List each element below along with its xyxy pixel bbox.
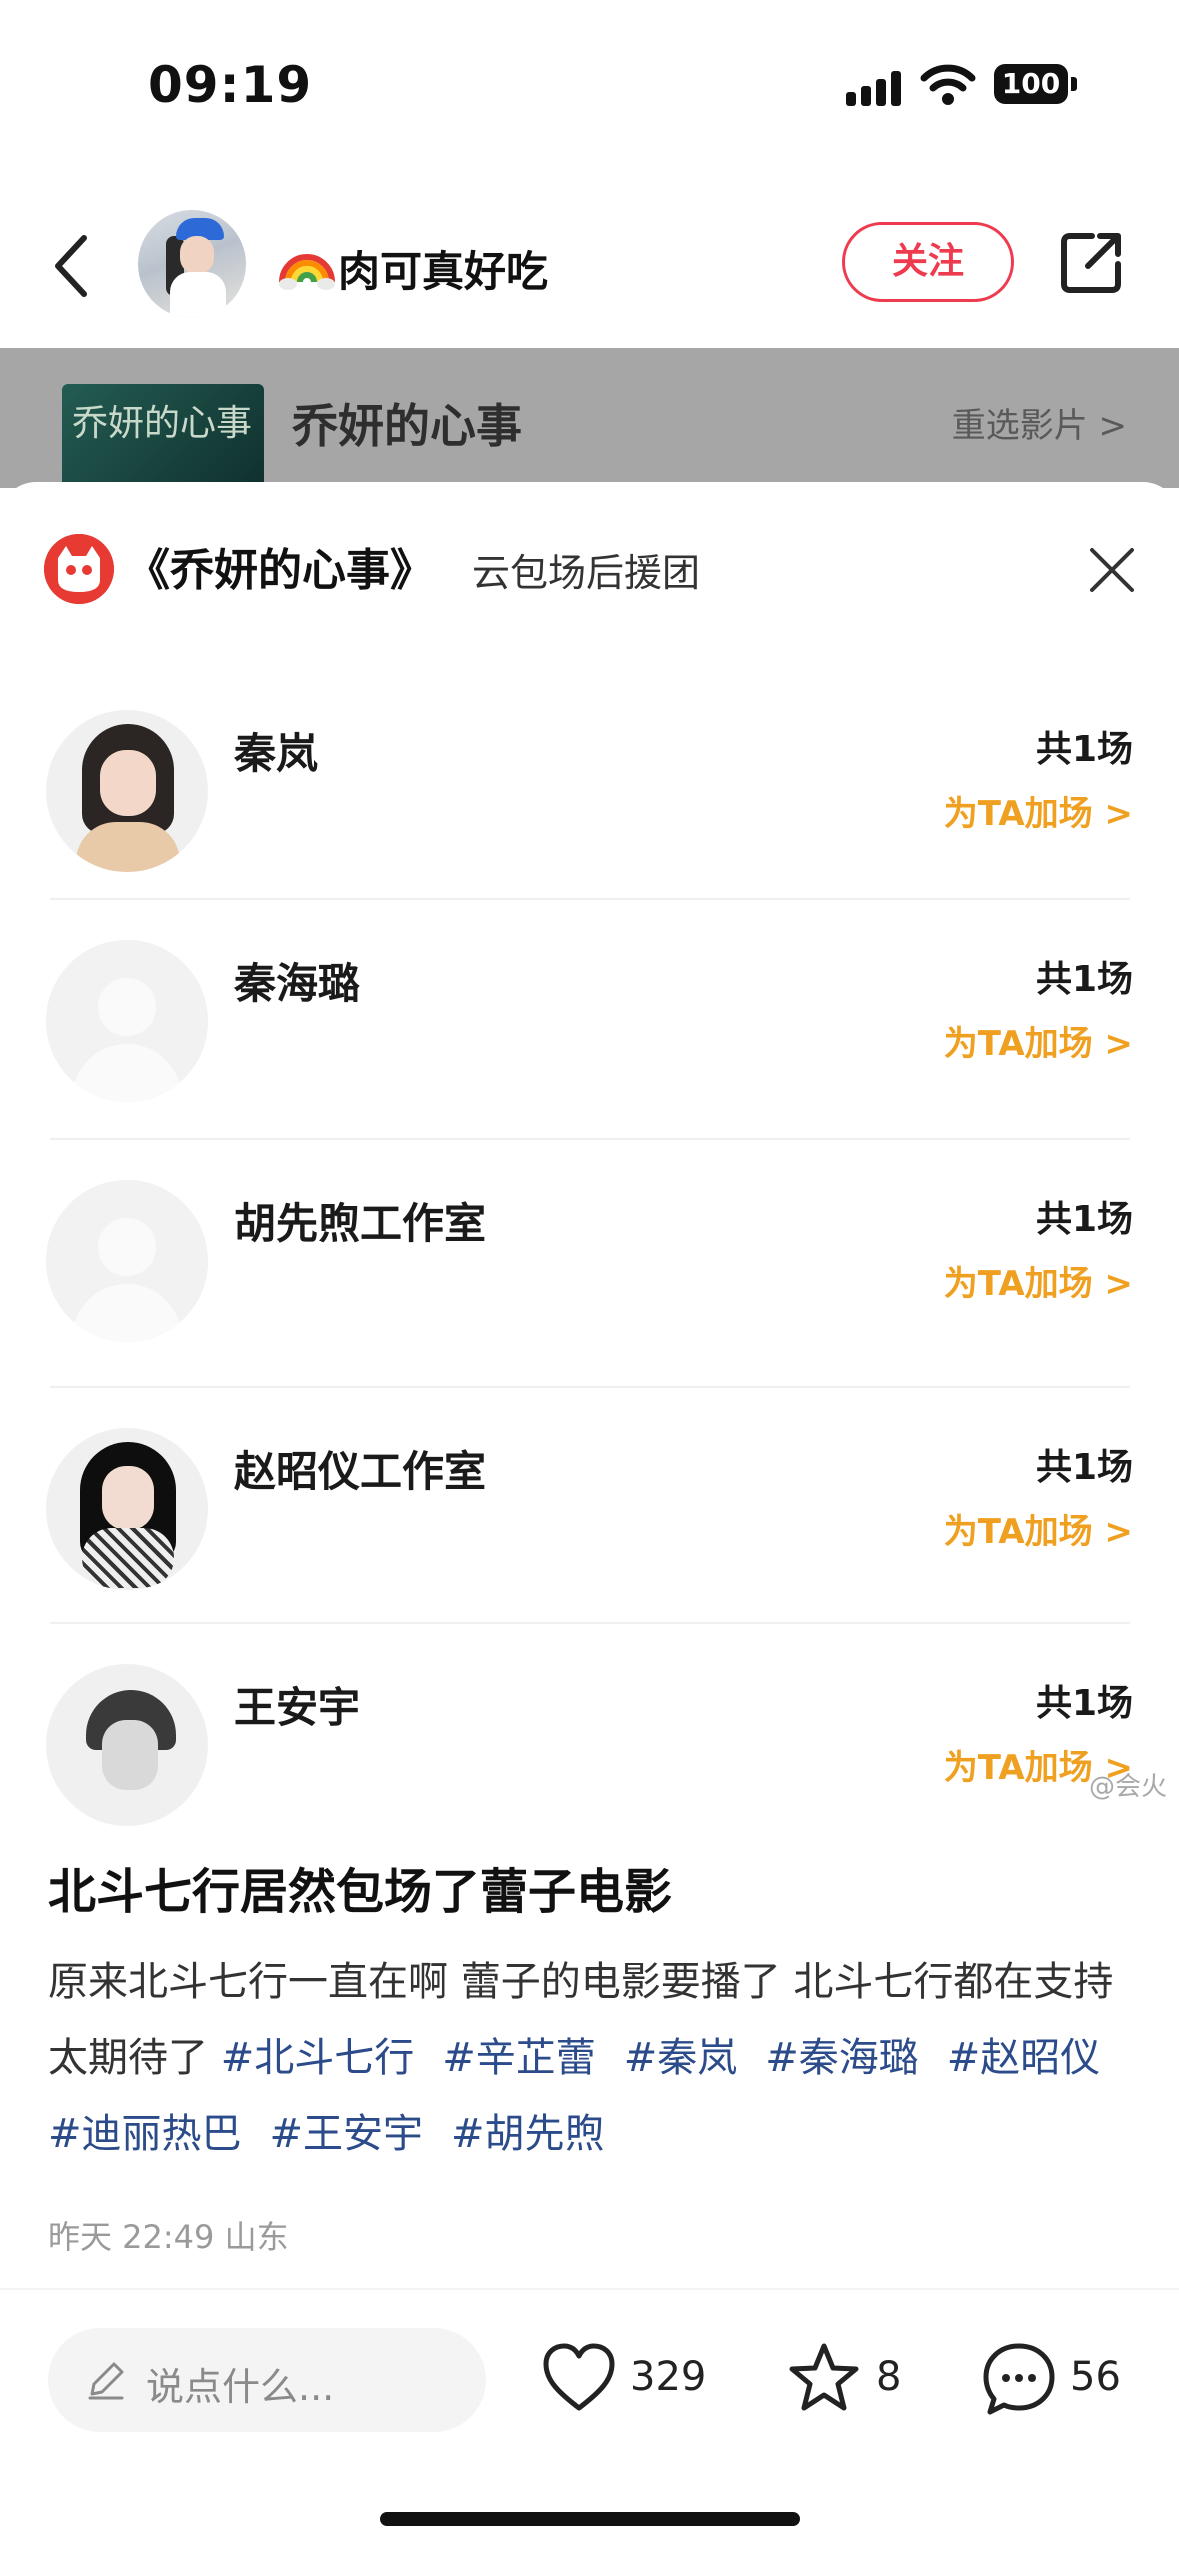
author-nickname[interactable]: 肉可真好吃	[338, 238, 548, 299]
row-divider	[50, 898, 1130, 900]
comment-count: 56	[1070, 2354, 1121, 2400]
follow-button[interactable]: 关注	[842, 222, 1014, 302]
add-screening-link[interactable]: 为TA加场 >	[944, 1504, 1133, 1553]
screening-count: 共1场	[1035, 1683, 1133, 1724]
supporter-avatar	[46, 710, 208, 872]
home-indicator[interactable]	[380, 2512, 800, 2526]
supporter-row[interactable]: 秦岚 共1场 为TA加场 >	[0, 668, 1179, 898]
add-screening-link[interactable]: 为TA加场 >	[944, 786, 1133, 835]
panel-header: 《乔妍的心事》 云包场后援团	[0, 482, 1179, 652]
supporter-name: 秦海璐	[234, 959, 361, 1008]
post-header: 肉可真好吃 关注	[0, 190, 1179, 340]
status-bar: 09:19 100	[0, 0, 1179, 170]
cellular-signal-icon	[846, 70, 906, 106]
battery-level: 100	[994, 64, 1068, 104]
post-meta: 昨天 22:49 山东	[48, 2218, 289, 2256]
wifi-icon	[920, 64, 976, 105]
add-screening-link[interactable]: 为TA加场 >	[944, 1256, 1133, 1305]
support-group-panel: 《乔妍的心事》 云包场后援团 秦岚 共1场 为TA加场 > 秦海璐 共1场 为T…	[0, 482, 1179, 1832]
author-avatar[interactable]	[138, 210, 246, 318]
row-divider	[50, 1386, 1130, 1388]
hashtag[interactable]: #辛芷蕾	[442, 2035, 596, 2081]
like-button[interactable]: 329	[540, 2340, 720, 2420]
supporter-avatar	[46, 1664, 208, 1826]
reselect-movie-link[interactable]: 重选影片 >	[952, 398, 1127, 447]
supporter-row[interactable]: 赵昭仪工作室 共1场 为TA加场 >	[0, 1386, 1179, 1616]
panel-movie-title: 《乔妍的心事》	[126, 545, 434, 596]
pencil-icon	[88, 2362, 124, 2400]
poster-title: 乔妍的心事	[72, 403, 253, 444]
share-icon[interactable]	[1056, 228, 1126, 298]
star-icon	[789, 2343, 859, 2411]
comment-bubble-icon	[983, 2343, 1055, 2415]
supporter-name: 胡先煦工作室	[234, 1199, 487, 1248]
hashtag[interactable]: #胡先煦	[451, 2111, 605, 2157]
supporter-row[interactable]: 胡先煦工作室 共1场 为TA加场 >	[0, 1138, 1179, 1368]
image-watermark: @会火	[1088, 1772, 1167, 1802]
screening-count: 共1场	[1035, 729, 1133, 770]
hashtag[interactable]: #秦海璐	[765, 2035, 919, 2081]
post-title: 北斗七行居然包场了蕾子电影	[48, 1864, 673, 1920]
comment-button[interactable]: 56	[980, 2340, 1130, 2420]
hashtag[interactable]: #北斗七行	[221, 2035, 415, 2081]
favorite-button[interactable]: 8	[786, 2340, 906, 2420]
movie-info-bar: 乔妍的心事 乔妍的心事 重选影片 >	[0, 348, 1179, 504]
supporter-avatar-placeholder	[46, 940, 208, 1102]
hashtag[interactable]: #秦岚	[624, 2035, 738, 2081]
supporter-name: 王安宇	[234, 1683, 361, 1732]
supporter-name: 秦岚	[234, 729, 319, 778]
post-body: 原来北斗七行一直在啊 蕾子的电影要播了 北斗七行都在支持 太期待了 #北斗七行 #…	[48, 1944, 1138, 2172]
rainbow-emoji-icon	[279, 254, 335, 290]
panel-subtitle: 云包场后援团	[472, 551, 701, 595]
hashtag[interactable]: #王安宇	[270, 2111, 424, 2157]
hashtag[interactable]: #赵昭仪	[947, 2035, 1101, 2081]
add-screening-link[interactable]: 为TA加场 >	[944, 1016, 1133, 1065]
supporter-row[interactable]: 秦海璐 共1场 为TA加场 >	[0, 898, 1179, 1128]
back-arrow-icon[interactable]	[40, 226, 110, 306]
movie-title: 乔妍的心事	[292, 399, 522, 453]
row-divider	[50, 1138, 1130, 1140]
supporter-row[interactable]: 王安宇 共1场 为TA加场 >	[0, 1622, 1179, 1832]
maoyan-cat-logo-icon	[44, 534, 114, 604]
screening-count: 共1场	[1035, 1199, 1133, 1240]
row-divider	[50, 1622, 1130, 1624]
screening-count: 共1场	[1035, 959, 1133, 1000]
heart-icon	[543, 2343, 615, 2411]
comment-placeholder: 说点什么...	[146, 2365, 335, 2409]
status-time: 09:19	[148, 56, 313, 114]
supporter-name: 赵昭仪工作室	[234, 1447, 487, 1496]
hashtag[interactable]: #迪丽热巴	[48, 2111, 242, 2157]
supporter-avatar-placeholder	[46, 1180, 208, 1342]
comment-input[interactable]: 说点什么...	[48, 2328, 486, 2432]
screening-count: 共1场	[1035, 1447, 1133, 1488]
favorite-count: 8	[876, 2354, 902, 2400]
close-icon[interactable]	[1084, 542, 1140, 598]
like-count: 329	[630, 2354, 707, 2400]
battery-icon: 100	[994, 64, 1078, 104]
supporter-avatar	[46, 1428, 208, 1590]
